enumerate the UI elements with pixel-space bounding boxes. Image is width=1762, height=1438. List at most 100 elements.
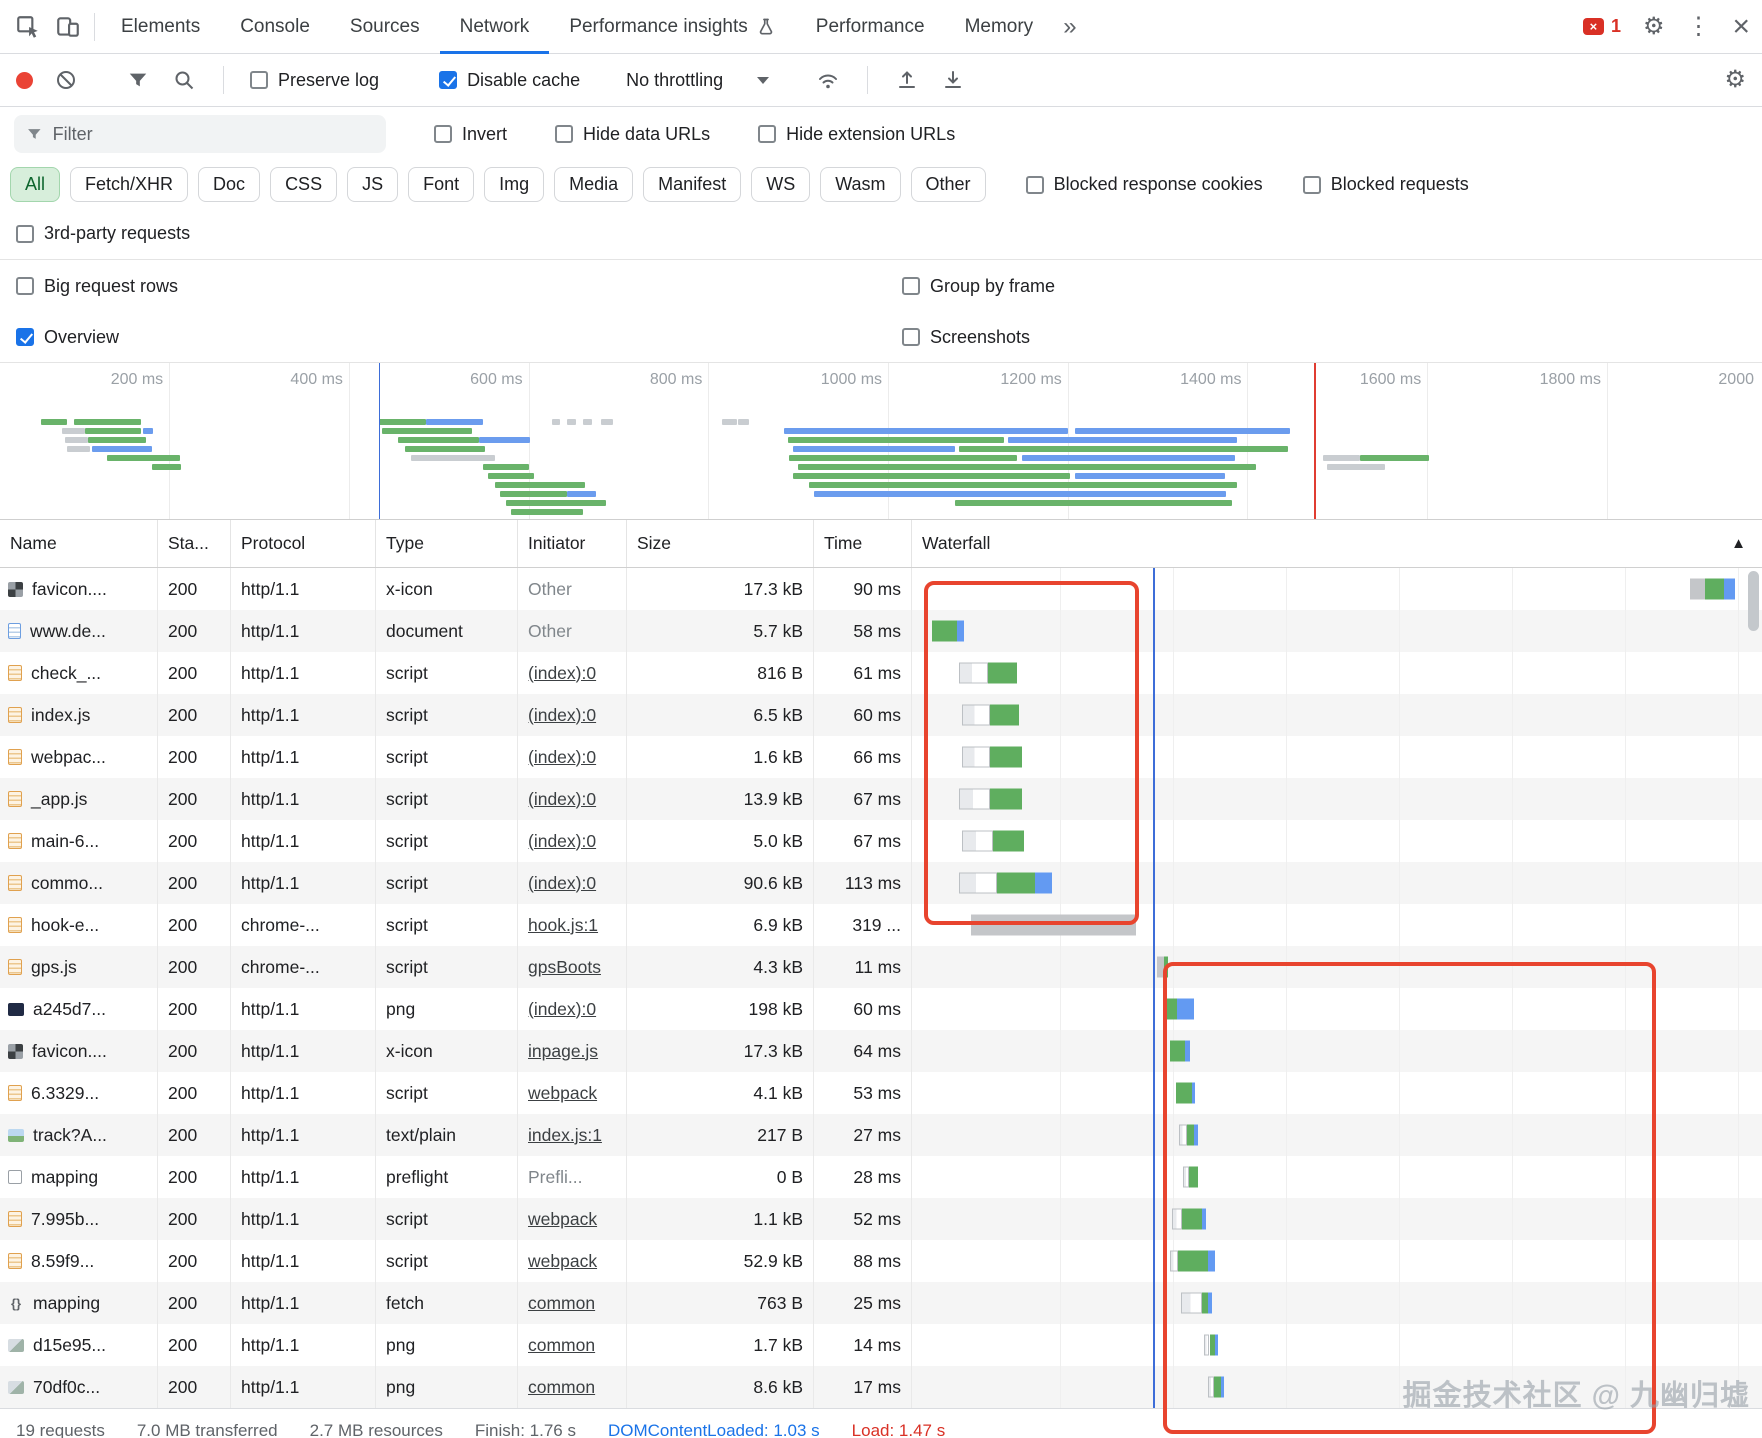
disable-cache-checkbox[interactable]: Disable cache	[439, 70, 580, 91]
filter-chip-font[interactable]: Font	[408, 167, 474, 202]
table-row[interactable]: a245d7... 200 http/1.1 png (index):0 198…	[0, 988, 1762, 1030]
tab-network[interactable]: Network	[440, 0, 550, 53]
table-row[interactable]: 8.59f9... 200 http/1.1 script webpack 52…	[0, 1240, 1762, 1282]
initiator-link[interactable]: common	[528, 1335, 595, 1356]
table-row[interactable]: webpac... 200 http/1.1 script (index):0 …	[0, 736, 1762, 778]
filter-chip-ws[interactable]: WS	[751, 167, 810, 202]
table-row[interactable]: mapping 200 http/1.1 fetch common 763 B …	[0, 1282, 1762, 1324]
initiator-link[interactable]: (index):0	[528, 747, 596, 768]
filter-input[interactable]	[53, 124, 374, 145]
filter-chip-img[interactable]: Img	[484, 167, 544, 202]
initiator-link[interactable]: (index):0	[528, 663, 596, 684]
initiator-link[interactable]: webpack	[528, 1251, 597, 1272]
table-row[interactable]: track?A... 200 http/1.1 text/plain index…	[0, 1114, 1762, 1156]
initiator-link[interactable]: hook.js:1	[528, 915, 598, 936]
table-row[interactable]: _app.js 200 http/1.1 script (index):0 13…	[0, 778, 1762, 820]
filter-chip-css[interactable]: CSS	[270, 167, 337, 202]
blocked-requests-checkbox[interactable]: Blocked requests	[1303, 174, 1469, 195]
request-name-cell[interactable]: d15e95...	[0, 1324, 158, 1366]
request-name-cell[interactable]: _app.js	[0, 778, 158, 820]
request-name-cell[interactable]: commo...	[0, 862, 158, 904]
tab-memory[interactable]: Memory	[945, 0, 1054, 53]
device-toolbar-icon[interactable]	[48, 0, 88, 53]
initiator-link[interactable]: common	[528, 1293, 595, 1314]
request-name-cell[interactable]: www.de...	[0, 610, 158, 652]
table-row[interactable]: commo... 200 http/1.1 script (index):0 9…	[0, 862, 1762, 904]
request-name-cell[interactable]: gps.js	[0, 946, 158, 988]
initiator-link[interactable]: webpack	[528, 1083, 597, 1104]
preserve-log-checkbox[interactable]: Preserve log	[250, 70, 379, 91]
table-row[interactable]: index.js 200 http/1.1 script (index):0 6…	[0, 694, 1762, 736]
table-row[interactable]: 7.995b... 200 http/1.1 script webpack 1.…	[0, 1198, 1762, 1240]
record-icon[interactable]	[16, 72, 33, 89]
request-name-cell[interactable]: favicon....	[0, 1030, 158, 1072]
network-conditions-icon[interactable]	[815, 67, 841, 93]
initiator-link[interactable]: (index):0	[528, 831, 596, 852]
filter-chip-wasm[interactable]: Wasm	[820, 167, 900, 202]
initiator-link[interactable]: (index):0	[528, 873, 596, 894]
group-by-frame-checkbox[interactable]: Group by frame	[902, 276, 1055, 297]
table-row[interactable]: gps.js 200 chrome-... script gpsBoots 4.…	[0, 946, 1762, 988]
sort-ascending-icon[interactable]: ▲	[1731, 535, 1746, 552]
col-status[interactable]: Sta...	[158, 520, 231, 567]
overview-checkbox[interactable]: Overview	[16, 327, 119, 348]
initiator-link[interactable]: (index):0	[528, 999, 596, 1020]
request-name-cell[interactable]: index.js	[0, 694, 158, 736]
table-row[interactable]: d15e95... 200 http/1.1 png common 1.7 kB…	[0, 1324, 1762, 1366]
col-protocol[interactable]: Protocol	[231, 520, 376, 567]
request-name-cell[interactable]: 7.995b...	[0, 1198, 158, 1240]
initiator-link[interactable]: gpsBoots	[528, 957, 601, 978]
initiator-link[interactable]: inpage.js	[528, 1041, 598, 1062]
tab-elements[interactable]: Elements	[101, 0, 220, 53]
request-name-cell[interactable]: webpac...	[0, 736, 158, 778]
col-type[interactable]: Type	[376, 520, 518, 567]
col-waterfall[interactable]: Waterfall ▲	[912, 520, 1762, 567]
initiator-link[interactable]: (index):0	[528, 789, 596, 810]
initiator-link[interactable]: webpack	[528, 1209, 597, 1230]
table-row[interactable]: favicon.... 200 http/1.1 x-icon Other 17…	[0, 568, 1762, 610]
filter-chip-fetch-xhr[interactable]: Fetch/XHR	[70, 167, 188, 202]
filter-chip-other[interactable]: Other	[911, 167, 986, 202]
more-tabs-icon[interactable]: »	[1053, 0, 1086, 53]
inspect-element-icon[interactable]	[8, 0, 48, 53]
filter-chip-js[interactable]: JS	[347, 167, 398, 202]
col-size[interactable]: Size	[627, 520, 814, 567]
request-name-cell[interactable]: 8.59f9...	[0, 1240, 158, 1282]
tab-performance-insights[interactable]: Performance insights	[549, 0, 795, 53]
col-initiator[interactable]: Initiator	[518, 520, 627, 567]
table-row[interactable]: favicon.... 200 http/1.1 x-icon inpage.j…	[0, 1030, 1762, 1072]
search-icon[interactable]	[171, 67, 197, 93]
screenshots-checkbox[interactable]: Screenshots	[902, 327, 1030, 348]
throttling-select[interactable]: No throttling	[626, 70, 769, 91]
filter-funnel-icon[interactable]	[125, 67, 151, 93]
request-name-cell[interactable]: favicon....	[0, 568, 158, 610]
table-row[interactable]: hook-e... 200 chrome-... script hook.js:…	[0, 904, 1762, 946]
filter-input-box[interactable]	[14, 115, 386, 153]
network-settings-gear-icon[interactable]: ⚙	[1724, 68, 1746, 92]
table-row[interactable]: check_... 200 http/1.1 script (index):0 …	[0, 652, 1762, 694]
tab-performance[interactable]: Performance	[796, 0, 945, 53]
table-row[interactable]: 6.3329... 200 http/1.1 script webpack 4.…	[0, 1072, 1762, 1114]
col-name[interactable]: Name	[0, 520, 158, 567]
invert-checkbox[interactable]: Invert	[434, 124, 507, 145]
request-name-cell[interactable]: mapping	[0, 1156, 158, 1198]
filter-chip-manifest[interactable]: Manifest	[643, 167, 741, 202]
request-name-cell[interactable]: mapping	[0, 1282, 158, 1324]
tab-sources[interactable]: Sources	[330, 0, 440, 53]
third-party-checkbox[interactable]: 3rd-party requests	[16, 223, 190, 244]
table-row[interactable]: mapping 200 http/1.1 preflight Prefli...…	[0, 1156, 1762, 1198]
table-row[interactable]: www.de... 200 http/1.1 document Other 5.…	[0, 610, 1762, 652]
request-name-cell[interactable]: main-6...	[0, 820, 158, 862]
request-name-cell[interactable]: track?A...	[0, 1114, 158, 1156]
hide-extension-urls-checkbox[interactable]: Hide extension URLs	[758, 124, 955, 145]
import-har-icon[interactable]	[894, 67, 920, 93]
request-name-cell[interactable]: hook-e...	[0, 904, 158, 946]
kebab-menu-icon[interactable]: ⋮	[1686, 15, 1710, 39]
filter-chip-media[interactable]: Media	[554, 167, 633, 202]
tab-console[interactable]: Console	[220, 0, 330, 53]
initiator-link[interactable]: (index):0	[528, 705, 596, 726]
scrollbar-thumb[interactable]	[1748, 571, 1759, 631]
table-row[interactable]: main-6... 200 http/1.1 script (index):0 …	[0, 820, 1762, 862]
export-har-icon[interactable]	[940, 67, 966, 93]
overview-timeline[interactable]: 200 ms400 ms600 ms800 ms1000 ms1200 ms14…	[0, 362, 1762, 520]
